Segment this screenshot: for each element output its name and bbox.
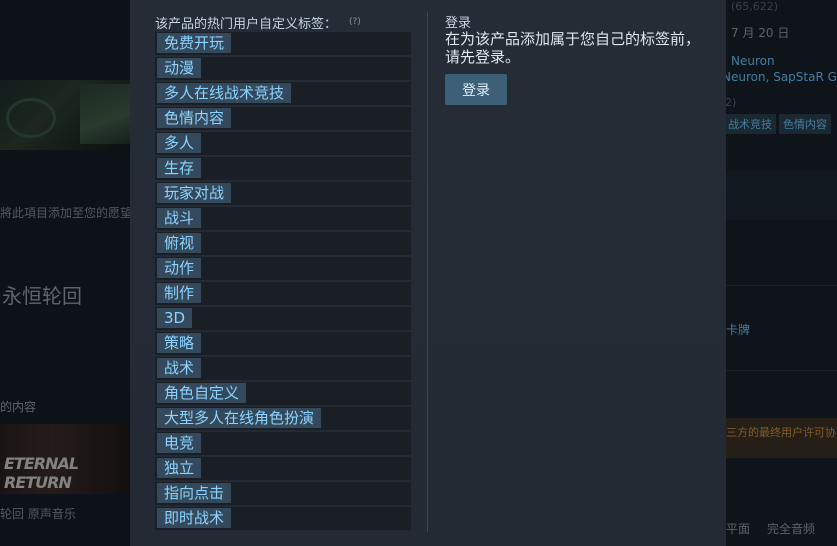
tag-chip[interactable]: 战术 [157,358,202,378]
tag-chip[interactable]: 独立 [157,458,202,478]
tag-list: 免费开玩动漫多人在线战术竞技 色情内容多人生存玩家对战战斗俯视动作制作 3D 策略战术… [155,32,413,530]
tag-chip[interactable]: 指向点击 [157,483,232,503]
popular-tags-column: 该产品的热门用户自定义标签： (?) 免费开玩动漫多人在线战术竞技 色情内容多人生… [155,12,413,532]
tag-row: 动作 [155,257,411,280]
tag-chip[interactable]: 战斗 [157,208,202,228]
tag-chip[interactable]: 玩家对战 [157,183,232,203]
tag-row: 生存 [155,157,411,180]
tag-chip[interactable]: 动漫 [157,58,202,78]
tag-row: 玩家对战 [155,182,411,205]
tag-row: 角色自定义 [155,382,411,405]
tag-chip[interactable]: 多人在线战术竞技 [157,83,292,103]
tags-heading-text: 该产品的热门用户自定义标签： [155,16,338,32]
tag-chip[interactable]: 即时战术 [157,508,232,528]
tag-row: 免费开玩 [155,32,411,55]
user-tags-modal: 该产品的热门用户自定义标签： (?) 免费开玩动漫多人在线战术竞技 色情内容多人生… [130,0,726,546]
tag-row: 战斗 [155,207,411,230]
tag-row: 大型多人在线角色扮演 [155,407,411,430]
tag-row: 战术 [155,357,411,380]
login-button[interactable]: 登录 [445,74,507,105]
login-column: 登录 在为该产品添加属于您自己的标签前，请先登录。 登录 [445,12,705,105]
column-divider [427,12,428,532]
help-icon[interactable]: (?) [349,17,361,27]
tag-chip[interactable]: 角色自定义 [157,383,247,403]
tag-chip[interactable]: 俯视 [157,233,202,253]
tag-chip[interactable]: 制作 [157,283,202,303]
tag-chip[interactable]: 大型多人在线角色扮演 [157,408,322,428]
tag-chip[interactable]: 策略 [157,333,202,353]
tag-row: 制作 [155,282,411,305]
login-title: 登录 [445,16,472,31]
tag-chip[interactable]: 生存 [157,158,202,178]
tag-row: 策略 [155,332,411,355]
tag-row: 多人 [155,132,411,155]
tag-row: 指向点击 [155,482,411,505]
tag-row: 3D [155,307,411,330]
tag-row: 电竞 [155,432,411,455]
tag-chip[interactable]: 电竞 [157,433,202,453]
tag-row: 俯视 [155,232,411,255]
tag-row: 独立 [155,457,411,480]
tag-row: 动漫 [155,57,411,80]
tag-chip[interactable]: 多人 [157,133,202,153]
tag-chip[interactable]: 免费开玩 [157,33,232,53]
tag-chip[interactable]: 3D [157,308,193,328]
tag-row: 色情内容 [155,107,411,130]
tag-row: 多人在线战术竞技 [155,82,411,105]
login-description: 在为该产品添加属于您自己的标签前，请先登录。 [445,30,701,66]
tag-chip[interactable]: 色情内容 [157,108,232,128]
tags-heading: 该产品的热门用户自定义标签： (?) [155,12,413,32]
tag-chip[interactable]: 动作 [157,258,202,278]
tag-row: 即时战术 [155,507,411,530]
